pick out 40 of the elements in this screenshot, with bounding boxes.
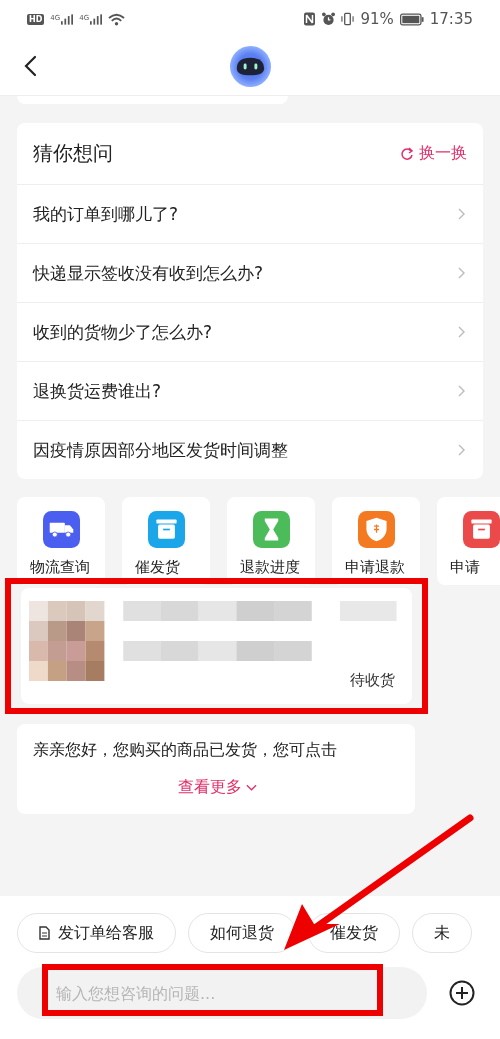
question-item[interactable]: 收到的货物少了怎么办? bbox=[17, 303, 483, 362]
question-item[interactable]: 因疫情原因部分地区发货时间调整 bbox=[17, 421, 483, 479]
card-title: 猜你想问 bbox=[33, 140, 113, 167]
chevron-right-icon bbox=[458, 444, 465, 456]
document-icon bbox=[39, 926, 50, 940]
order-card[interactable]: 待收货 bbox=[21, 588, 412, 704]
see-more-link[interactable]: 查看更多 bbox=[177, 777, 257, 798]
clock-time: 17:35 bbox=[429, 10, 473, 28]
quick-action-button[interactable]: 申请退款 bbox=[332, 497, 420, 585]
add-icon[interactable] bbox=[449, 980, 475, 1006]
chevron-right-icon bbox=[458, 385, 465, 397]
message-text: 亲亲您好，您购买的商品已发货，您可点击 bbox=[33, 740, 337, 761]
robot-avatar-icon bbox=[228, 45, 272, 88]
quick-reply-chip[interactable]: 发订单给客服 bbox=[17, 913, 176, 953]
quick-action-button[interactable]: 退款进度 bbox=[227, 497, 315, 585]
chevron-right-icon bbox=[458, 326, 465, 338]
question-item[interactable]: 快递显示签收没有收到怎么办? bbox=[17, 244, 483, 303]
question-item[interactable]: 我的订单到哪儿了? bbox=[17, 185, 483, 244]
back-icon[interactable] bbox=[24, 55, 37, 77]
question-item[interactable]: 退换货运费谁出? bbox=[17, 362, 483, 421]
quick-action-button[interactable]: 催发货 bbox=[122, 497, 210, 585]
hd-badge: HD bbox=[27, 13, 45, 25]
alarm-icon bbox=[322, 12, 336, 26]
quick-reply-chip[interactable]: 如何退货 bbox=[188, 913, 296, 953]
wifi-icon bbox=[108, 12, 126, 26]
refresh-button[interactable]: 换一换 bbox=[401, 143, 467, 164]
battery-icon bbox=[399, 12, 424, 26]
refresh-icon bbox=[401, 147, 414, 160]
quick-action-button[interactable]: 物流查询 bbox=[17, 497, 105, 585]
nfc-icon bbox=[303, 12, 317, 26]
quick-reply-chip[interactable]: 未 bbox=[412, 913, 472, 953]
chevron-right-icon bbox=[458, 267, 465, 279]
signal-icon bbox=[90, 13, 103, 25]
order-status: 待收货 bbox=[350, 671, 395, 690]
vibrate-icon bbox=[341, 12, 355, 26]
chevron-down-icon bbox=[245, 784, 257, 791]
battery-percent: 91% bbox=[360, 10, 394, 28]
quick-action-button[interactable]: 申请 bbox=[437, 497, 500, 585]
chevron-right-icon bbox=[458, 208, 465, 220]
signal-icon bbox=[61, 13, 74, 25]
